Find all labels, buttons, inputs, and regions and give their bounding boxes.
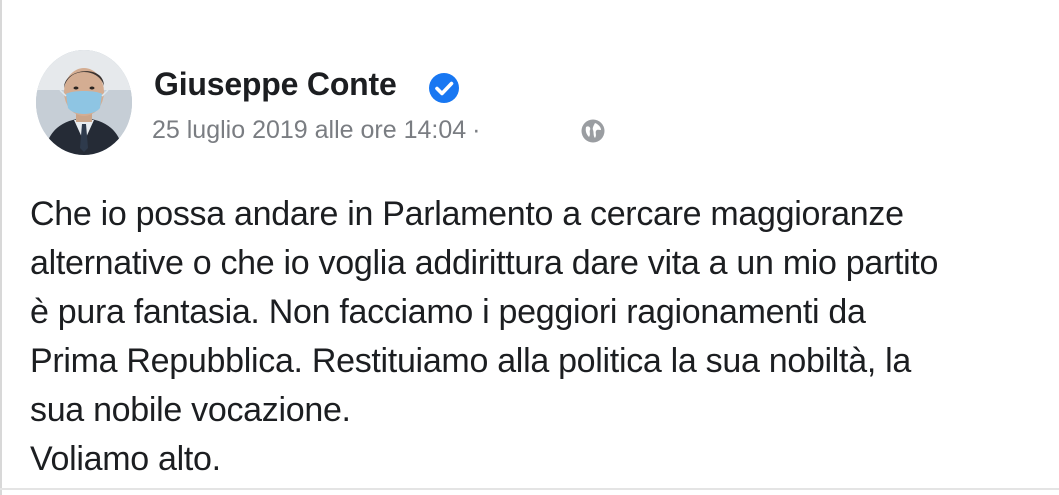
post-text: Che io possa andare in Parlamento a cerc… bbox=[30, 190, 1059, 484]
verified-badge-icon bbox=[429, 73, 459, 103]
post-text-line: è pura fantasia. Non facciamo i peggiori… bbox=[30, 293, 866, 331]
post-text-line: Che io possa andare in Parlamento a cerc… bbox=[30, 195, 904, 233]
post-timestamp[interactable]: 25 luglio 2019 alle ore 14:04 bbox=[152, 116, 466, 144]
post-text-line: Prima Repubblica. Restituiamo alla polit… bbox=[30, 342, 911, 380]
avatar-image bbox=[36, 50, 132, 155]
post-text-line: sua nobile vocazione. bbox=[30, 391, 351, 429]
post-text-line: Voliamo alto. bbox=[30, 440, 221, 478]
bottom-divider bbox=[0, 488, 1059, 490]
globe-icon[interactable] bbox=[580, 118, 606, 144]
author-name[interactable]: Giuseppe Conte bbox=[154, 66, 397, 103]
left-border bbox=[0, 0, 2, 495]
meta-separator: · bbox=[472, 116, 481, 144]
author-avatar[interactable] bbox=[36, 50, 132, 155]
post-text-line: alternative o che io voglia addirittura … bbox=[30, 244, 939, 282]
post-meta: 25 luglio 2019 alle ore 14:04 · bbox=[152, 116, 486, 145]
facebook-post: Giuseppe Conte 25 luglio 2019 alle ore 1… bbox=[0, 0, 1059, 495]
